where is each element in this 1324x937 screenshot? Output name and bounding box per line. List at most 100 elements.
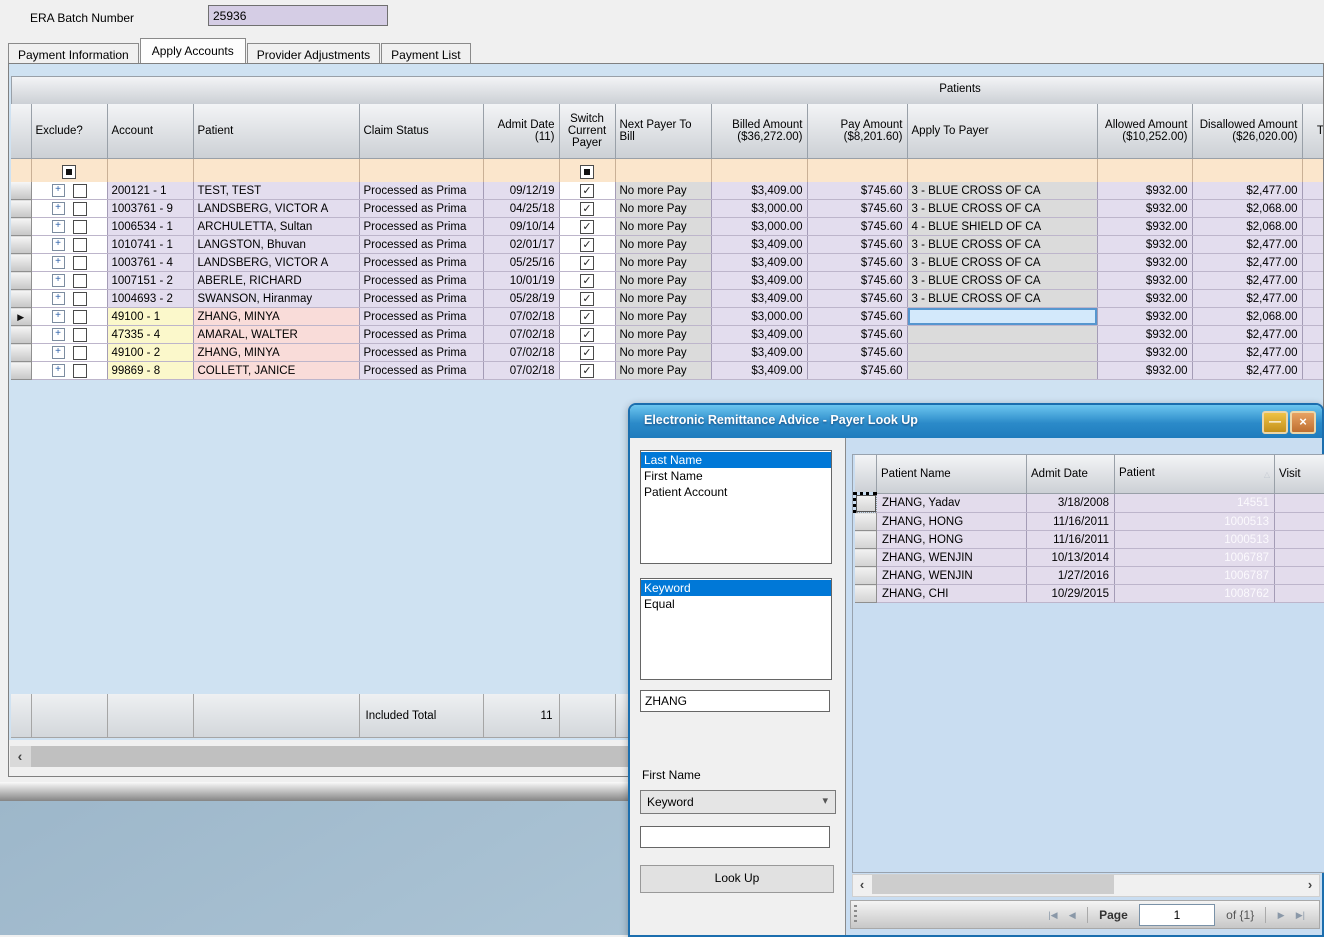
cell-patient-name[interactable]: ZHANG, WENJIN — [877, 567, 1027, 585]
row-selector[interactable] — [11, 200, 31, 218]
cell-total[interactable] — [1302, 254, 1324, 272]
cell-total[interactable] — [1302, 326, 1324, 344]
result-row[interactable]: ZHANG, WENJIN 1/27/2016 1006787 — [855, 567, 1324, 585]
cell-admit-date[interactable]: 05/28/19 — [483, 290, 559, 308]
switch-checkbox[interactable]: ✓ — [580, 220, 594, 234]
cell-visit[interactable] — [1275, 585, 1324, 603]
cell-patient-name[interactable]: ZHANG, WENJIN — [877, 549, 1027, 567]
cell-claim-status[interactable]: Processed as Prima — [359, 182, 483, 200]
cell-patient-number[interactable]: 1006787 — [1115, 567, 1275, 585]
cell-billed[interactable]: $3,409.00 — [711, 182, 807, 200]
cell-allowed[interactable]: $932.00 — [1097, 272, 1192, 290]
cell-patient[interactable]: ABERLE, RICHARD — [193, 272, 359, 290]
grip-handle-icon[interactable] — [854, 905, 857, 923]
first-page-button[interactable]: |◀ — [1048, 910, 1057, 921]
exclude-checkbox[interactable] — [73, 220, 87, 234]
cell-next-payer[interactable]: No more Pay — [615, 308, 711, 326]
cell-disallowed[interactable]: $2,477.00 — [1192, 254, 1302, 272]
cell-claim-status[interactable]: Processed as Prima — [359, 200, 483, 218]
col-patient-number[interactable]: △Patient — [1115, 455, 1275, 494]
expand-icon[interactable]: + — [52, 202, 65, 215]
cell-disallowed[interactable]: $2,068.00 — [1192, 200, 1302, 218]
cell-account[interactable]: 1003761 - 9 — [107, 200, 193, 218]
cell-admit-date[interactable]: 05/25/16 — [483, 254, 559, 272]
cell-billed[interactable]: $3,000.00 — [711, 218, 807, 236]
list-item-patient-account[interactable]: Patient Account — [641, 484, 831, 500]
cell-total[interactable] — [1302, 344, 1324, 362]
cell-pay[interactable]: $745.60 — [807, 254, 907, 272]
cell-claim-status[interactable]: Processed as Prima — [359, 272, 483, 290]
cell-patient-name[interactable]: ZHANG, Yadav — [877, 494, 1027, 513]
cell-patient[interactable]: COLLETT, JANICE — [193, 362, 359, 380]
cell-disallowed[interactable]: $2,477.00 — [1192, 362, 1302, 380]
exclude-checkbox[interactable] — [73, 310, 87, 324]
col-patient[interactable]: Patient — [193, 104, 359, 159]
cell-allowed[interactable]: $932.00 — [1097, 344, 1192, 362]
cell-allowed[interactable]: $932.00 — [1097, 236, 1192, 254]
exclude-checkbox[interactable] — [73, 328, 87, 342]
result-row[interactable]: ZHANG, HONG 11/16/2011 1000513 — [855, 531, 1324, 549]
cell-account[interactable]: 200121 - 1 — [107, 182, 193, 200]
cell-account[interactable]: 1007151 - 2 — [107, 272, 193, 290]
col-account[interactable]: Account — [107, 104, 193, 159]
cell-total[interactable] — [1302, 182, 1324, 200]
cell-visit[interactable] — [1275, 494, 1324, 513]
cell-patient[interactable]: LANDSBERG, VICTOR A — [193, 200, 359, 218]
cell-admit-date[interactable]: 07/02/18 — [483, 344, 559, 362]
cell-claim-status[interactable]: Processed as Prima — [359, 362, 483, 380]
cell-claim-status[interactable]: Processed as Prima — [359, 290, 483, 308]
list-item-first-name[interactable]: First Name — [641, 468, 831, 484]
cell-patient[interactable]: AMARAL, WALTER — [193, 326, 359, 344]
cell-patient-number[interactable]: 1000513 — [1115, 513, 1275, 531]
cell-account[interactable]: 49100 - 2 — [107, 344, 193, 362]
switch-checkbox[interactable]: ✓ — [580, 202, 594, 216]
cell-allowed[interactable]: $932.00 — [1097, 218, 1192, 236]
cell-account[interactable]: 49100 - 1 — [107, 308, 193, 326]
row-selector[interactable] — [11, 236, 31, 254]
cell-claim-status[interactable]: Processed as Prima — [359, 254, 483, 272]
cell-allowed[interactable]: $932.00 — [1097, 254, 1192, 272]
result-row[interactable]: ZHANG, HONG 11/16/2011 1000513 — [855, 513, 1324, 531]
cell-pay[interactable]: $745.60 — [807, 218, 907, 236]
cell-billed[interactable]: $3,000.00 — [711, 308, 807, 326]
cell-disallowed[interactable]: $2,477.00 — [1192, 236, 1302, 254]
cell-apply-payer[interactable]: 3 - BLUE CROSS OF CA — [907, 200, 1097, 218]
match-type-listbox[interactable]: Keyword Equal — [640, 578, 832, 680]
cell-admit-date[interactable]: 10/13/2014 — [1027, 549, 1115, 567]
switch-all-checkbox[interactable] — [580, 165, 594, 179]
cell-billed[interactable]: $3,409.00 — [711, 236, 807, 254]
cell-pay[interactable]: $745.60 — [807, 182, 907, 200]
cell-billed[interactable]: $3,409.00 — [711, 362, 807, 380]
col-claim-status[interactable]: Claim Status — [359, 104, 483, 159]
scrollbar-thumb[interactable] — [872, 875, 1114, 894]
expand-icon[interactable]: + — [52, 238, 65, 251]
cell-apply-payer[interactable]: 3 - BLUE CROSS OF CA — [907, 272, 1097, 290]
switch-checkbox[interactable]: ✓ — [580, 184, 594, 198]
col-apply-payer[interactable]: Apply To Payer — [907, 104, 1097, 159]
list-item-equal[interactable]: Equal — [641, 596, 831, 612]
list-item-keyword[interactable]: Keyword — [641, 580, 831, 596]
cell-apply-payer[interactable] — [907, 362, 1097, 380]
cell-next-payer[interactable]: No more Pay — [615, 200, 711, 218]
cell-account[interactable]: 99869 - 8 — [107, 362, 193, 380]
cell-apply-payer[interactable] — [907, 326, 1097, 344]
expand-icon[interactable]: + — [52, 328, 65, 341]
cell-patient[interactable]: ZHANG, MINYA — [193, 308, 359, 326]
cell-pay[interactable]: $745.60 — [807, 290, 907, 308]
cell-visit[interactable] — [1275, 513, 1324, 531]
exclude-checkbox[interactable] — [73, 292, 87, 306]
cell-apply-payer-selected[interactable] — [907, 308, 1097, 326]
cell-total[interactable] — [1302, 236, 1324, 254]
cell-disallowed[interactable]: $2,477.00 — [1192, 182, 1302, 200]
exclude-checkbox[interactable] — [73, 202, 87, 216]
scroll-left-icon[interactable]: ‹ — [853, 875, 871, 894]
cell-admit-date[interactable]: 11/16/2011 — [1027, 513, 1115, 531]
switch-checkbox[interactable]: ✓ — [580, 346, 594, 360]
cell-pay[interactable]: $745.60 — [807, 200, 907, 218]
cell-admit-date[interactable]: 07/02/18 — [483, 308, 559, 326]
cell-visit[interactable] — [1275, 567, 1324, 585]
cell-patient[interactable]: LANDSBERG, VICTOR A — [193, 254, 359, 272]
last-name-input[interactable] — [640, 690, 830, 712]
cell-next-payer[interactable]: No more Pay — [615, 272, 711, 290]
cell-disallowed[interactable]: $2,477.00 — [1192, 290, 1302, 308]
